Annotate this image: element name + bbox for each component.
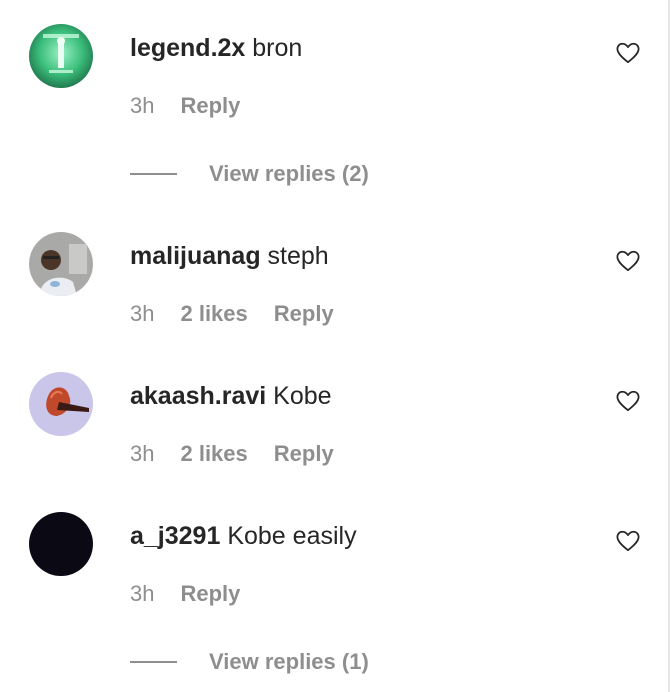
view-replies-label: View replies (2) bbox=[209, 161, 369, 186]
likes-count[interactable]: 2 likes bbox=[180, 301, 247, 326]
comment-line: legend.2x bron bbox=[130, 32, 302, 64]
avatar[interactable] bbox=[29, 24, 93, 88]
replies-divider bbox=[130, 660, 177, 663]
comment-time: 3h bbox=[130, 301, 155, 326]
comment-username[interactable]: akaash.ravi bbox=[130, 382, 266, 410]
heart-outline-icon[interactable] bbox=[615, 388, 641, 414]
comment-meta: 3h Reply bbox=[130, 580, 266, 608]
comment-text: Kobe bbox=[273, 382, 332, 410]
comment-item: a_j3291 Kobe easily 3h Reply View replies… bbox=[0, 512, 668, 682]
view-replies-label: View replies (1) bbox=[209, 649, 369, 674]
reply-button[interactable]: Reply bbox=[180, 581, 240, 606]
comment-line: malijuanag steph bbox=[130, 240, 329, 272]
comment-time: 3h bbox=[130, 581, 155, 606]
heart-outline-icon[interactable] bbox=[615, 40, 641, 66]
avatar[interactable] bbox=[29, 512, 93, 576]
comment-time: 3h bbox=[130, 441, 155, 466]
comment-username[interactable]: malijuanag bbox=[130, 242, 261, 270]
comment-item: legend.2x bron 3h Reply View replies (2) bbox=[0, 24, 668, 194]
reply-button[interactable]: Reply bbox=[180, 93, 240, 118]
avatar[interactable] bbox=[29, 232, 93, 296]
view-replies-button[interactable]: View replies (1) bbox=[130, 648, 369, 676]
comment-line: akaash.ravi Kobe bbox=[130, 380, 332, 412]
comment-meta: 3h Reply bbox=[130, 92, 266, 120]
heart-outline-icon[interactable] bbox=[615, 248, 641, 274]
view-replies-button[interactable]: View replies (2) bbox=[130, 160, 369, 188]
comment-line: a_j3291 Kobe easily bbox=[130, 520, 357, 552]
heart-outline-icon[interactable] bbox=[615, 528, 641, 554]
comment-text: Kobe easily bbox=[227, 522, 357, 550]
comment-username[interactable]: a_j3291 bbox=[130, 522, 220, 550]
comment-item: malijuanag steph 3h 2 likes Reply bbox=[0, 232, 668, 332]
reply-button[interactable]: Reply bbox=[274, 301, 334, 326]
avatar[interactable] bbox=[29, 372, 93, 436]
comment-username[interactable]: legend.2x bbox=[130, 34, 245, 62]
comment-meta: 3h 2 likes Reply bbox=[130, 440, 360, 468]
reply-button[interactable]: Reply bbox=[274, 441, 334, 466]
comment-text: bron bbox=[252, 34, 303, 62]
replies-divider bbox=[130, 172, 177, 175]
comment-text: steph bbox=[267, 242, 329, 270]
comment-meta: 3h 2 likes Reply bbox=[130, 300, 360, 328]
comment-time: 3h bbox=[130, 93, 155, 118]
comment-item: akaash.ravi Kobe 3h 2 likes Reply bbox=[0, 372, 668, 472]
likes-count[interactable]: 2 likes bbox=[180, 441, 247, 466]
